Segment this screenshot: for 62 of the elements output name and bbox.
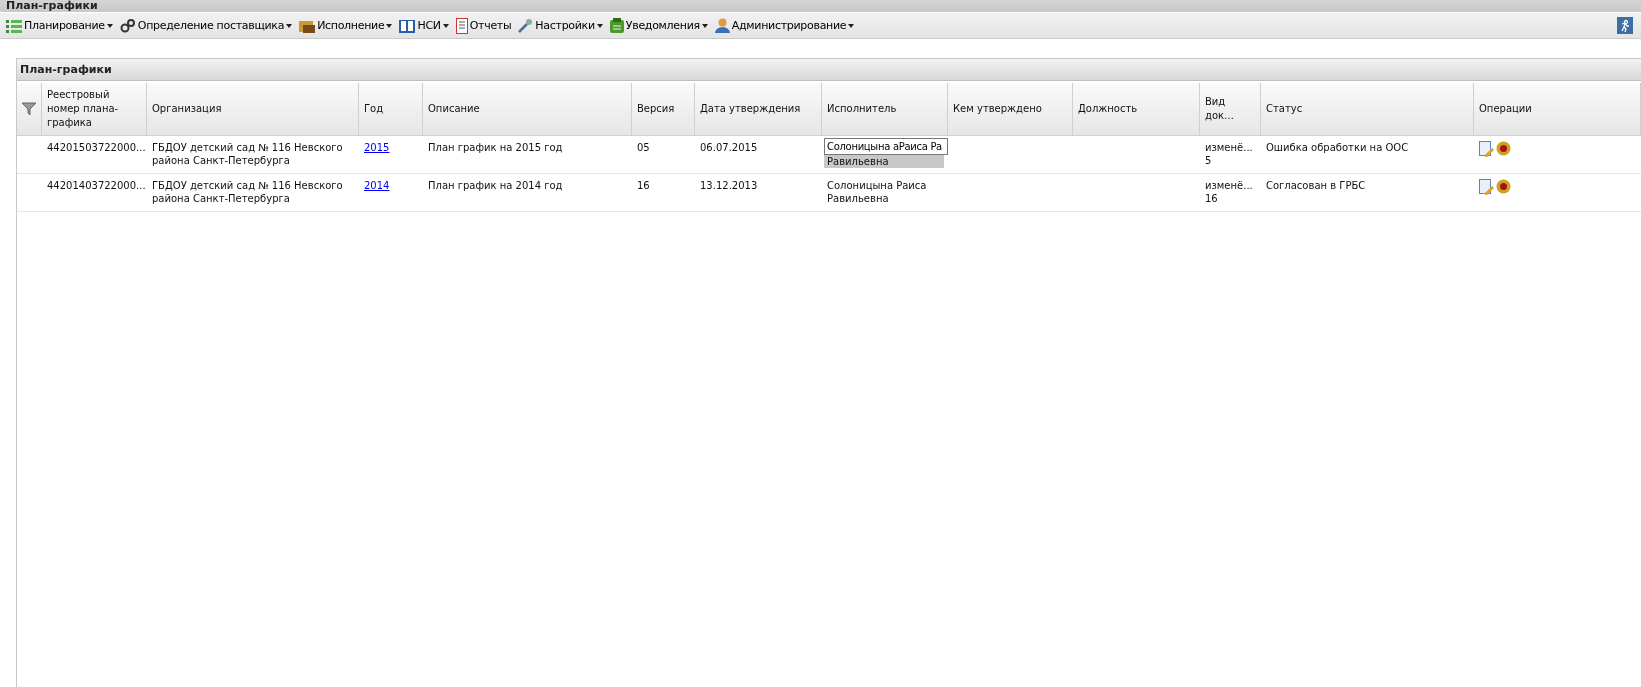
column-header[interactable]: Статус	[1261, 83, 1474, 136]
column-header[interactable]: Дата утверждения	[695, 83, 822, 136]
edit-document-icon[interactable]	[1479, 141, 1494, 157]
emblem-icon[interactable]	[1496, 179, 1511, 194]
notepad-icon	[609, 18, 624, 33]
exit-button[interactable]	[1617, 17, 1633, 34]
table-cell: 44201503722000...	[42, 136, 147, 174]
table-cell: изменё... 5	[1200, 136, 1261, 174]
column-header[interactable]: Описание	[423, 83, 632, 136]
menu-item[interactable]: Определение поставщика	[117, 17, 295, 34]
menu-item[interactable]: Планирование	[4, 18, 115, 33]
wrench-icon	[518, 18, 534, 33]
caret-icon	[286, 23, 293, 28]
edit-document-icon[interactable]	[1479, 179, 1494, 195]
year-link[interactable]: 2014	[364, 180, 390, 191]
table-cell: Согласован в ГРБС	[1261, 174, 1474, 212]
column-header[interactable]: Год	[359, 83, 423, 136]
running-man-icon	[1619, 19, 1631, 32]
column-header[interactable]: Вид док…	[1200, 83, 1261, 136]
caret-icon	[386, 23, 393, 28]
column-header[interactable]: Версия	[632, 83, 695, 136]
table-cell: План график на 2015 год	[423, 136, 632, 174]
column-header[interactable]: Должность	[1073, 83, 1200, 136]
book-icon	[399, 18, 416, 33]
caret-icon	[106, 23, 113, 28]
table-cell: 13.12.2013	[695, 174, 822, 212]
table-cell: ГБДОУ детский сад № 116 Невского района Санкт-Петербурга	[147, 136, 359, 174]
window-title: План-графики	[6, 0, 98, 12]
menu-item[interactable]: Администрирование	[712, 18, 857, 33]
table-cell: 44201403722000...	[42, 174, 147, 212]
table-cell: Ошибка обработки на ООС	[1261, 136, 1474, 174]
filter-icon[interactable]	[22, 102, 36, 116]
table-cell: ГБДОУ детский сад № 116 Невского района Санкт-Петербурга	[147, 174, 359, 212]
user-icon	[714, 18, 730, 33]
column-header[interactable]: Исполнитель	[822, 83, 948, 136]
folder-icon	[299, 18, 316, 33]
caret-icon	[442, 23, 449, 28]
menu-item[interactable]: Уведомления	[607, 18, 710, 33]
document-icon	[455, 17, 468, 34]
emblem-icon[interactable]	[1496, 141, 1511, 156]
panel-title: План-графики	[20, 63, 112, 76]
selected-text: Равильевна	[824, 155, 944, 168]
table-cell: План график на 2014 год	[423, 174, 632, 212]
table-cell: 16	[632, 174, 695, 212]
column-header[interactable]: Реестровый номер плана-графика	[42, 83, 147, 136]
input-field[interactable]: Солоницына аРаиса Ра	[824, 138, 948, 155]
column-header[interactable]: Кем утверждено	[948, 83, 1073, 136]
table-cell: 06.07.2015	[695, 136, 822, 174]
table-cell: Солоницына Раиса Равильевна	[822, 174, 948, 212]
menu-item[interactable]: НСИ	[397, 18, 451, 33]
caret-icon	[596, 23, 603, 28]
year-link[interactable]: 2015	[364, 142, 390, 153]
menu-item[interactable]: Отчеты	[453, 17, 514, 34]
caret-icon	[848, 23, 855, 28]
table-cell: изменё... 16	[1200, 174, 1261, 212]
column-header[interactable]: Операции	[1474, 83, 1641, 136]
menu-item[interactable]: Исполнение	[297, 18, 395, 33]
table-cell: 05	[632, 136, 695, 174]
list-icon	[6, 18, 22, 33]
menu-item[interactable]: Настройки	[516, 18, 605, 33]
caret-icon	[701, 23, 708, 28]
column-header[interactable]: Организация	[147, 83, 359, 136]
